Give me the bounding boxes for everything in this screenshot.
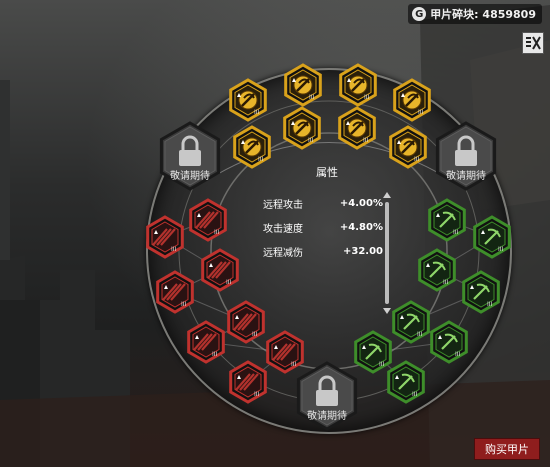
node-level: III: [498, 246, 504, 253]
attribute-value: +4.80%: [339, 221, 383, 233]
attribute-row: 远程减伤 +32.00: [263, 240, 383, 262]
sword-icon: [348, 75, 368, 95]
node-level: III: [308, 137, 314, 144]
locked-slot[interactable]: 敬请期待: [296, 361, 358, 431]
attribute-panel: 属性 远程攻击 +4.00% 攻击速度 +4.80% 远程减伤 +32.00: [258, 160, 396, 310]
locked-slot-label: 敬请期待: [170, 169, 210, 182]
locked-slot[interactable]: 敬请期待: [435, 121, 497, 191]
gold-armor-node[interactable]: III: [229, 78, 267, 122]
node-level: III: [379, 361, 385, 368]
sword-icon: [402, 90, 422, 110]
node-level: III: [309, 94, 315, 101]
red-armor-node[interactable]: III: [187, 320, 225, 364]
node-level: III: [455, 351, 461, 358]
attribute-value: +32.00: [342, 245, 383, 257]
gold-armor-node[interactable]: III: [338, 106, 376, 150]
red-armor-node[interactable]: III: [266, 330, 304, 374]
green-armor-node[interactable]: III: [418, 248, 456, 292]
sword-icon: [293, 75, 313, 95]
scroll-track[interactable]: [385, 202, 389, 304]
attribute-scrollbar[interactable]: [381, 190, 393, 316]
scroll-up-icon[interactable]: [382, 190, 392, 200]
green-armor-node[interactable]: III: [387, 360, 425, 404]
red-armor-node[interactable]: III: [189, 198, 227, 242]
node-level: III: [487, 301, 493, 308]
green-armor-node[interactable]: III: [473, 215, 511, 259]
green-armor-node[interactable]: III: [430, 320, 468, 364]
attribute-name: 远程攻击: [263, 199, 303, 211]
attribute-row: 攻击速度 +4.80%: [263, 216, 383, 238]
sword-icon: [347, 118, 367, 138]
attribute-value: +4.00%: [339, 197, 383, 209]
node-level: III: [363, 137, 369, 144]
attribute-row: 远程攻击 +4.00%: [263, 192, 383, 214]
sword-icon: [292, 118, 312, 138]
locked-slot[interactable]: 敬请期待: [159, 121, 221, 191]
green-armor-node[interactable]: III: [462, 270, 500, 314]
locked-slot-label: 敬请期待: [446, 169, 486, 182]
game-screen: G 甲片碎块: 4859809 III III III III III III III III…: [0, 0, 550, 467]
green-armor-node[interactable]: III: [392, 300, 430, 344]
gold-armor-node[interactable]: III: [339, 63, 377, 107]
attribute-title: 属性: [316, 166, 338, 179]
red-armor-node[interactable]: III: [146, 215, 184, 259]
green-armor-node[interactable]: III: [354, 330, 392, 374]
node-level: III: [443, 279, 449, 286]
green-armor-node[interactable]: III: [428, 198, 466, 242]
locked-slot-label: 敬请期待: [307, 409, 347, 422]
node-level: III: [214, 229, 220, 236]
node-level: III: [412, 391, 418, 398]
node-level: III: [254, 109, 260, 116]
attribute-name: 攻击速度: [263, 223, 303, 235]
gold-armor-node[interactable]: III: [284, 63, 322, 107]
red-armor-node[interactable]: III: [156, 270, 194, 314]
node-level: III: [417, 331, 423, 338]
node-level: III: [252, 331, 258, 338]
red-armor-node[interactable]: III: [201, 248, 239, 292]
gold-armor-node[interactable]: III: [283, 106, 321, 150]
node-level: III: [181, 301, 187, 308]
sword-icon: [238, 90, 258, 110]
red-armor-node[interactable]: III: [229, 360, 267, 404]
node-level: III: [254, 391, 260, 398]
node-level: III: [418, 109, 424, 116]
node-level: III: [453, 229, 459, 236]
node-level: III: [171, 246, 177, 253]
buy-armor-button[interactable]: 购买甲片: [474, 438, 540, 460]
node-level: III: [414, 156, 420, 163]
node-level: III: [364, 94, 370, 101]
gold-armor-node[interactable]: III: [393, 78, 431, 122]
node-level: III: [291, 361, 297, 368]
sword-icon: [242, 137, 262, 157]
sword-icon: [398, 137, 418, 157]
attribute-name: 远程减伤: [263, 247, 303, 259]
scroll-down-icon[interactable]: [382, 306, 392, 316]
node-level: III: [212, 351, 218, 358]
node-level: III: [226, 279, 232, 286]
